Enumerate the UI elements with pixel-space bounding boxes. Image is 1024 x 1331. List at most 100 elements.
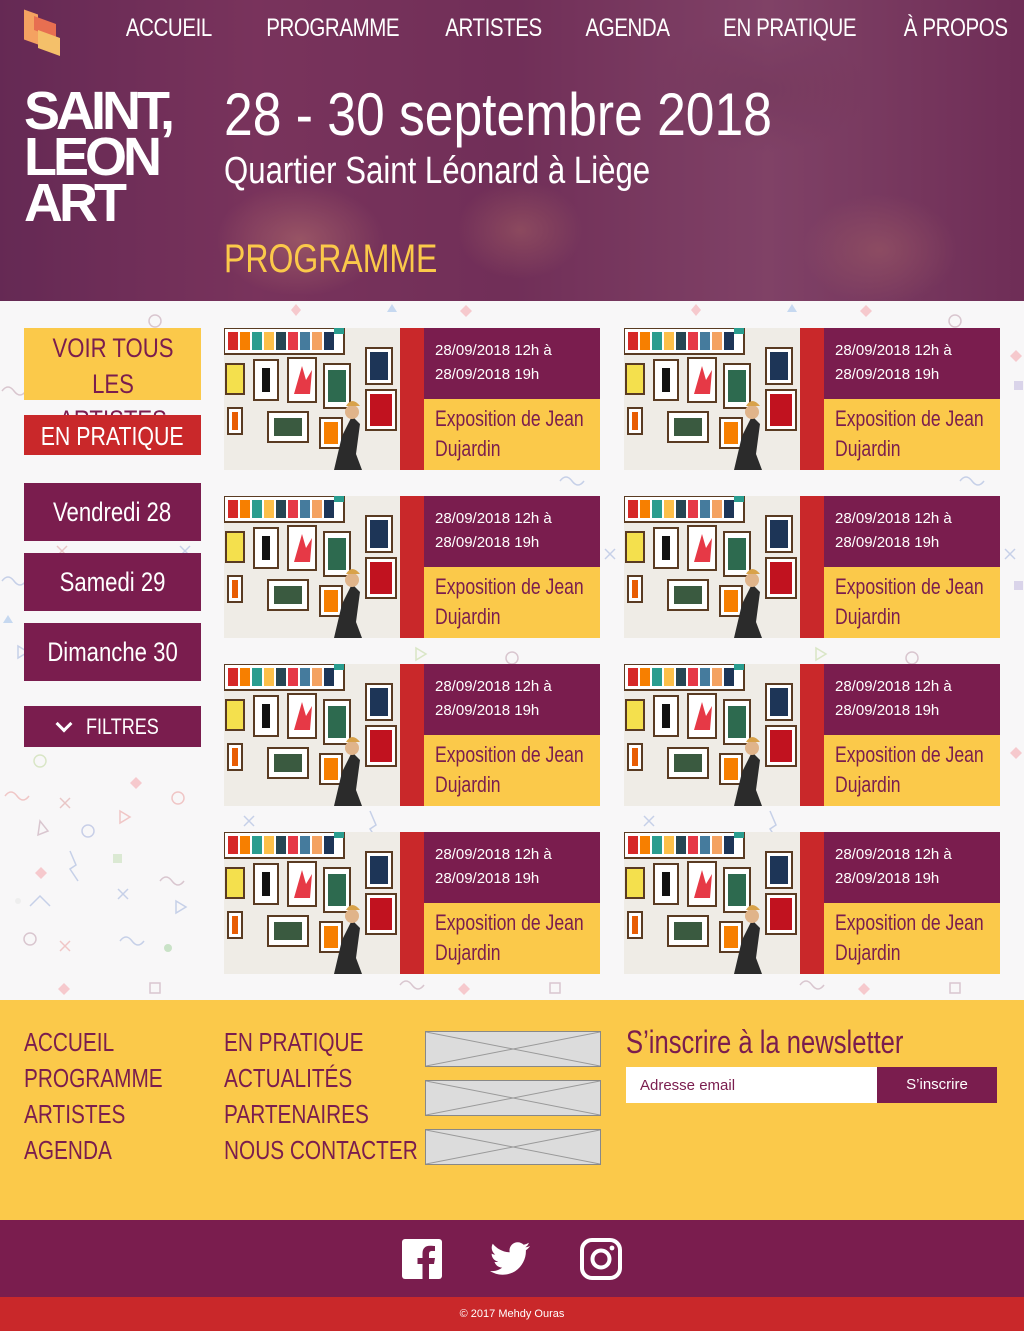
event-date: 28/09/2018 12h à 28/09/2018 19h <box>424 832 600 903</box>
logo-mark-icon[interactable] <box>24 9 68 57</box>
newsletter-title: S’inscrire à la newsletter <box>626 1024 904 1060</box>
footer-link-label: EN PRATIQUE <box>224 1027 364 1057</box>
filters-toggle-button[interactable]: FILTRES <box>24 706 201 747</box>
event-title-line-1: Exposition de Jean <box>435 406 584 431</box>
artwork-photo <box>224 328 400 470</box>
footer-link-label: ACTUALITÉS <box>224 1063 353 1093</box>
filters-label: FILTRES <box>86 714 159 739</box>
event-card[interactable]: 28/09/2018 12h à 28/09/2018 19h Exposition… <box>624 328 1000 470</box>
event-card[interactable]: 28/09/2018 12h à 28/09/2018 19h Exposition… <box>224 328 600 470</box>
instagram-icon[interactable] <box>580 1238 622 1280</box>
nav-artistes[interactable]: ARTISTES <box>445 14 542 43</box>
footer-links-col-1: ACCUEIL PROGRAMME ARTISTES AGENDA <box>24 1024 197 1168</box>
event-date-start: 28/09/2018 12h à <box>835 342 952 359</box>
placeholder-cross-icon <box>425 1129 601 1165</box>
event-card[interactable]: 28/09/2018 12h à 28/09/2018 19h Exposition… <box>224 496 600 638</box>
event-date: 28/09/2018 12h à 28/09/2018 19h <box>824 832 1000 903</box>
day-friday-button[interactable]: Vendredi 28 <box>24 483 201 541</box>
copyright-bar: © 2017 Mehdy Ouras <box>0 1297 1024 1331</box>
twitter-icon[interactable] <box>488 1238 530 1280</box>
event-date: 28/09/2018 12h à 28/09/2018 19h <box>824 328 1000 399</box>
hero-banner: ACCUEIL PROGRAMME ARTISTES AGENDA EN PRA… <box>0 0 1024 301</box>
event-title[interactable]: Exposition de Jean Dujardin <box>824 399 1000 470</box>
event-title[interactable]: Exposition de Jean Dujardin <box>824 567 1000 638</box>
event-title-line-1: Exposition de Jean <box>835 406 984 431</box>
event-title[interactable]: Exposition de Jean Dujardin <box>824 903 1000 974</box>
event-card-accent <box>400 328 424 470</box>
event-title-line-2: Dujardin <box>835 436 901 461</box>
footer-link-accueil[interactable]: ACCUEIL <box>24 1024 197 1060</box>
footer-link-artistes[interactable]: ARTISTES <box>24 1096 197 1132</box>
event-card-accent <box>800 328 824 470</box>
event-title[interactable]: Exposition de Jean Dujardin <box>424 399 600 470</box>
event-date-start: 28/09/2018 12h à <box>435 678 552 695</box>
event-title-line-1: Exposition de Jean <box>835 742 984 767</box>
event-title[interactable]: Exposition de Jean Dujardin <box>424 903 600 974</box>
page-title: PROGRAMME <box>224 237 438 281</box>
artwork-photo <box>224 664 400 806</box>
event-image[interactable] <box>224 832 400 974</box>
artwork-photo <box>624 664 800 806</box>
logo-line-3: ART <box>24 173 127 233</box>
day-label: Samedi 29 <box>59 567 166 597</box>
site-logo[interactable]: SAINT, LEON ART <box>24 84 204 233</box>
event-date-start: 28/09/2018 12h à <box>435 846 552 863</box>
nav-agenda[interactable]: AGENDA <box>585 14 670 43</box>
event-card[interactable]: 28/09/2018 12h à 28/09/2018 19h Exposition… <box>224 832 600 974</box>
event-date: 28/09/2018 12h à 28/09/2018 19h <box>424 328 600 399</box>
event-title-line-1: Exposition de Jean <box>835 910 984 935</box>
event-date: 28/09/2018 12h à 28/09/2018 19h <box>824 496 1000 567</box>
nav-accueil[interactable]: ACCUEIL <box>126 14 212 43</box>
partner-logo-placeholder[interactable] <box>425 1080 601 1116</box>
footer-link-programme[interactable]: PROGRAMME <box>24 1060 197 1096</box>
event-title[interactable]: Exposition de Jean Dujardin <box>424 567 600 638</box>
event-title-line-2: Dujardin <box>835 604 901 629</box>
newsletter-email-input[interactable] <box>626 1067 877 1103</box>
chevron-down-icon <box>55 715 73 733</box>
practical-info-button[interactable]: EN PRATIQUE <box>24 415 201 455</box>
footer-link-label: NOUS CONTACTER <box>224 1135 418 1165</box>
event-title-line-2: Dujardin <box>435 940 501 965</box>
event-card[interactable]: 28/09/2018 12h à 28/09/2018 19h Exposition… <box>624 832 1000 974</box>
event-image[interactable] <box>224 664 400 806</box>
day-saturday-button[interactable]: Samedi 29 <box>24 553 201 611</box>
event-card[interactable]: 28/09/2018 12h à 28/09/2018 19h Exposition… <box>624 664 1000 806</box>
artwork-photo <box>224 832 400 974</box>
footer-link-label: PROGRAMME <box>24 1063 163 1093</box>
artwork-photo <box>624 328 800 470</box>
event-image[interactable] <box>624 664 800 806</box>
artwork-photo <box>624 496 800 638</box>
facebook-icon[interactable] <box>401 1238 443 1280</box>
event-card[interactable]: 28/09/2018 12h à 28/09/2018 19h Exposition… <box>224 664 600 806</box>
event-title-line-2: Dujardin <box>835 940 901 965</box>
event-title-line-1: Exposition de Jean <box>835 574 984 599</box>
event-image[interactable] <box>624 832 800 974</box>
event-image[interactable] <box>624 328 800 470</box>
event-title-line-1: Exposition de Jean <box>435 574 584 599</box>
event-card-accent <box>400 496 424 638</box>
newsletter-subscribe-button[interactable]: S’inscrire <box>877 1067 997 1103</box>
placeholder-cross-icon <box>425 1031 601 1067</box>
event-title-line-1: Exposition de Jean <box>435 910 584 935</box>
event-image[interactable] <box>224 496 400 638</box>
event-title[interactable]: Exposition de Jean Dujardin <box>424 735 600 806</box>
nav-en-pratique[interactable]: EN PRATIQUE <box>723 14 856 43</box>
day-label: Vendredi 28 <box>53 497 172 527</box>
partner-logo-placeholder[interactable] <box>425 1031 601 1067</box>
event-image[interactable] <box>624 496 800 638</box>
event-date-end: 28/09/2018 19h <box>835 534 940 551</box>
event-title[interactable]: Exposition de Jean Dujardin <box>824 735 1000 806</box>
event-image[interactable] <box>224 328 400 470</box>
partner-logo-placeholder[interactable] <box>425 1129 601 1165</box>
event-card[interactable]: 28/09/2018 12h à 28/09/2018 19h Exposition… <box>624 496 1000 638</box>
all-artists-button[interactable]: VOIR TOUS LES ARTISTES <box>24 328 201 435</box>
footer-link-label: AGENDA <box>24 1135 112 1165</box>
artwork-photo <box>224 496 400 638</box>
event-date-end: 28/09/2018 19h <box>835 366 940 383</box>
nav-a-propos[interactable]: À PROPOS <box>904 14 1008 43</box>
main-nav: ACCUEIL PROGRAMME ARTISTES AGENDA EN PRA… <box>107 14 1009 43</box>
footer-link-agenda[interactable]: AGENDA <box>24 1132 197 1168</box>
nav-programme[interactable]: PROGRAMME <box>266 14 399 43</box>
event-date-start: 28/09/2018 12h à <box>835 678 952 695</box>
day-sunday-button[interactable]: Dimanche 30 <box>24 623 201 681</box>
